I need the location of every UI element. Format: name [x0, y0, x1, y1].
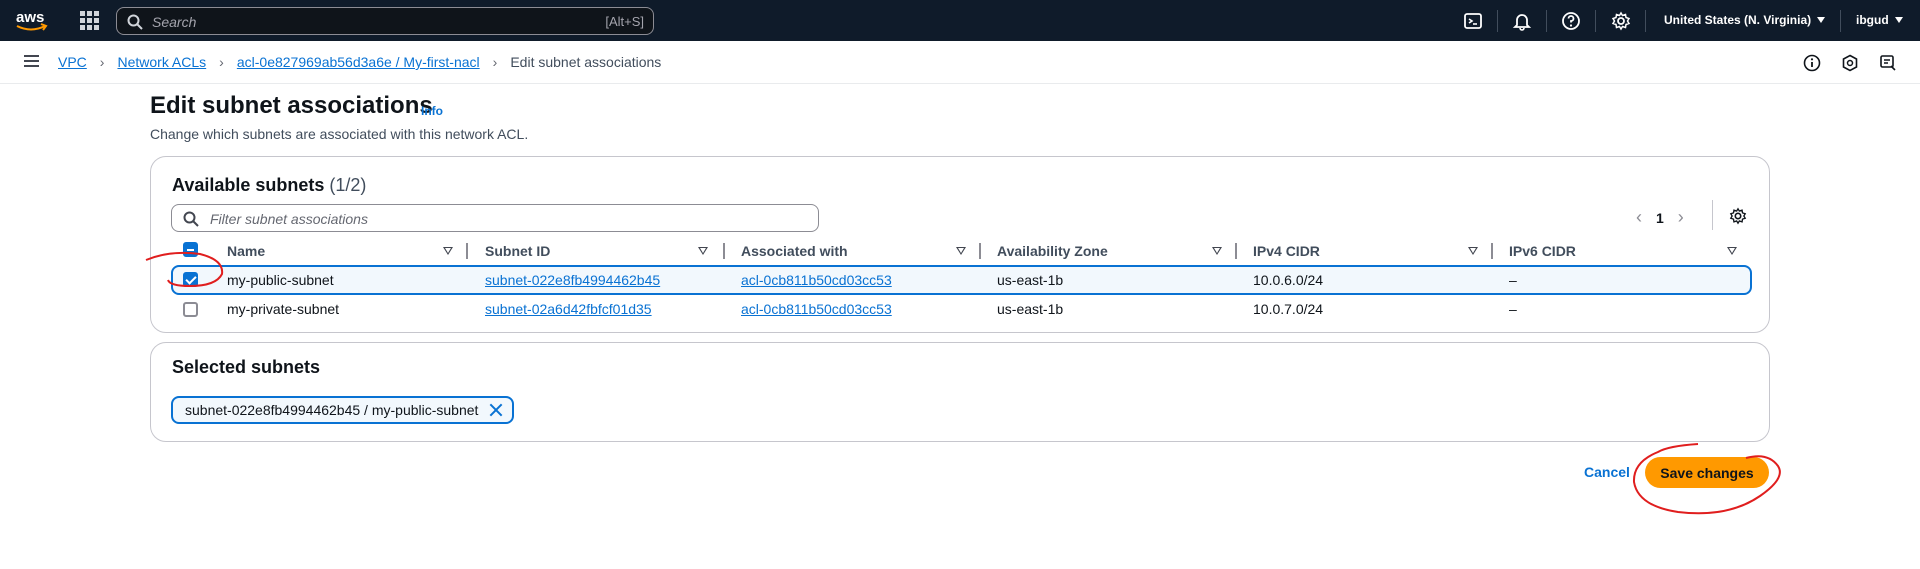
- feedback-icon[interactable]: [1841, 54, 1859, 72]
- associated-acl-link[interactable]: acl-0cb811b50cd03cc53: [741, 272, 892, 288]
- ipv6-cidr: –: [1509, 272, 1517, 288]
- breadcrumb-network-acls[interactable]: Network ACLs: [117, 54, 206, 70]
- ipv4-cidr: 10.0.6.0/24: [1253, 272, 1324, 288]
- row-checkbox[interactable]: [183, 302, 198, 317]
- page-description: Change which subnets are associated with…: [150, 126, 529, 142]
- pagination: ‹ 1 ›: [1636, 207, 1684, 228]
- select-all-checkbox[interactable]: [183, 242, 198, 257]
- search-placeholder: Search: [152, 14, 197, 30]
- cloudshell-icon[interactable]: [1463, 11, 1483, 31]
- row-checkbox[interactable]: [183, 272, 198, 287]
- previous-page-icon[interactable]: ‹: [1636, 207, 1642, 228]
- svg-text:aws: aws: [16, 9, 44, 26]
- chevron-right-icon: ›: [99, 54, 105, 70]
- sort-icon[interactable]: [1212, 247, 1222, 255]
- aws-logo[interactable]: aws: [14, 7, 50, 33]
- table-row[interactable]: my-private-subnet subnet-02a6d42fbfcf01d…: [171, 295, 1752, 325]
- breadcrumb-vpc[interactable]: VPC: [58, 54, 87, 70]
- next-page-icon[interactable]: ›: [1678, 207, 1684, 228]
- sort-icon[interactable]: [1727, 247, 1737, 255]
- column-ipv4-cidr[interactable]: IPv4 CIDR: [1253, 243, 1320, 259]
- bell-icon[interactable]: [1512, 11, 1532, 31]
- sort-icon[interactable]: [1468, 247, 1478, 255]
- available-subnets-panel: Available subnets (1/2) Filter subnet as…: [150, 156, 1770, 333]
- menu-icon[interactable]: [24, 55, 39, 67]
- chevron-right-icon: ›: [219, 54, 224, 70]
- associated-acl-link[interactable]: acl-0cb811b50cd03cc53: [741, 301, 892, 317]
- info-icon[interactable]: [1803, 54, 1821, 72]
- info-link[interactable]: Info: [421, 104, 443, 118]
- top-navigation: aws Search [Alt+S] United States (N. Vir…: [0, 0, 1920, 41]
- user-menu[interactable]: ibgud: [1856, 13, 1903, 27]
- gear-icon[interactable]: [1729, 207, 1747, 225]
- save-changes-button[interactable]: Save changes: [1645, 457, 1769, 488]
- subnet-name: my-public-subnet: [227, 272, 334, 288]
- filter-subnets-input[interactable]: Filter subnet associations: [171, 204, 819, 232]
- selected-subnet-token: subnet-022e8fb4994462b45 / my-public-sub…: [171, 396, 515, 424]
- breadcrumb-bar: VPC › Network ACLs › acl-0e827969ab56d3a…: [0, 41, 1920, 84]
- chevron-right-icon: ›: [492, 54, 498, 70]
- table-header: Name Subnet ID Associated with Availabil…: [171, 240, 1752, 264]
- available-subnets-title: Available subnets (1/2): [172, 175, 367, 195]
- selection-count: (1/2): [329, 175, 367, 195]
- selected-subnets-title: Selected subnets: [172, 357, 321, 377]
- chevron-down-icon: [1894, 17, 1903, 23]
- column-ipv6-cidr[interactable]: IPv6 CIDR: [1509, 243, 1576, 259]
- availability-zone: us-east-1b: [997, 301, 1064, 317]
- search-icon: [127, 14, 143, 30]
- column-associated-with[interactable]: Associated with: [741, 243, 848, 259]
- column-subnet-id[interactable]: Subnet ID: [485, 243, 550, 259]
- sort-icon[interactable]: [956, 247, 966, 255]
- search-icon: [183, 211, 199, 227]
- column-name[interactable]: Name: [227, 243, 265, 259]
- cancel-button[interactable]: Cancel: [1584, 464, 1630, 480]
- services-menu-icon[interactable]: [80, 11, 99, 30]
- preferences-icon[interactable]: [1879, 54, 1897, 72]
- table-row[interactable]: my-public-subnet subnet-022e8fb4994462b4…: [171, 265, 1752, 295]
- user-label: ibgud: [1856, 13, 1889, 27]
- page-title: Edit subnet associations: [150, 92, 433, 119]
- region-selector[interactable]: United States (N. Virginia): [1664, 13, 1826, 27]
- page-number[interactable]: 1: [1656, 210, 1664, 226]
- ipv6-cidr: –: [1509, 301, 1517, 317]
- chevron-down-icon: [1817, 17, 1826, 23]
- filter-placeholder: Filter subnet associations: [210, 211, 368, 227]
- subnet-name: my-private-subnet: [227, 301, 340, 317]
- breadcrumb-current: Edit subnet associations: [510, 54, 662, 70]
- column-availability-zone[interactable]: Availability Zone: [997, 243, 1108, 259]
- availability-zone: us-east-1b: [997, 272, 1064, 288]
- global-search-input[interactable]: Search [Alt+S]: [116, 7, 654, 35]
- gear-icon[interactable]: [1611, 11, 1631, 31]
- breadcrumb: VPC › Network ACLs › acl-0e827969ab56d3a…: [58, 54, 661, 70]
- token-label: subnet-022e8fb4994462b45 / my-public-sub…: [185, 402, 479, 418]
- ipv4-cidr: 10.0.7.0/24: [1253, 301, 1324, 317]
- search-shortcut: [Alt+S]: [605, 14, 644, 29]
- region-label: United States (N. Virginia): [1664, 13, 1812, 27]
- sort-icon[interactable]: [698, 247, 708, 255]
- selected-subnets-panel: Selected subnets subnet-022e8fb4994462b4…: [150, 342, 1770, 442]
- breadcrumb-nacl[interactable]: acl-0e827969ab56d3a6e / My-first-nacl: [237, 54, 480, 70]
- help-icon[interactable]: [1561, 11, 1581, 31]
- sort-icon[interactable]: [443, 247, 453, 255]
- remove-icon[interactable]: [488, 402, 504, 418]
- subnet-id-link[interactable]: subnet-02a6d42fbfcf01d35: [485, 301, 652, 317]
- subnet-id-link[interactable]: subnet-022e8fb4994462b45: [485, 272, 660, 288]
